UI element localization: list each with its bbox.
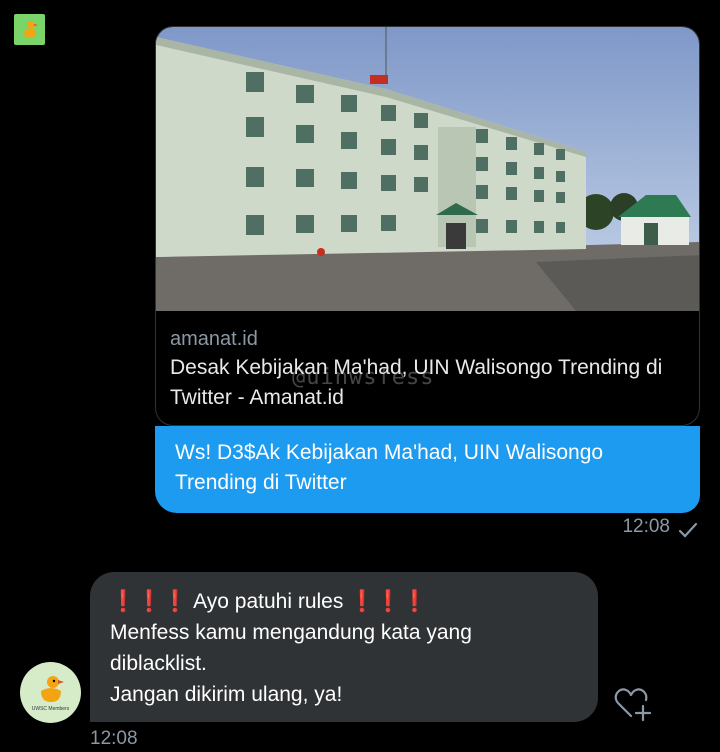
received-line-3: diblacklist. (110, 652, 207, 675)
received-line-4: Jangan dikirim ulang, ya! (110, 683, 343, 706)
exclamation-icon: ❗❗❗ (110, 590, 189, 613)
duck-icon (40, 676, 64, 702)
exclamation-icon: ❗❗❗ (349, 590, 428, 613)
check-icon (678, 522, 698, 538)
sent-message-time: 12:08 (622, 516, 670, 537)
link-domain: amanat.id (170, 328, 258, 350)
received-line-2: Menfess kamu mengandung kata yang (110, 621, 472, 644)
duck-icon (23, 20, 38, 38)
sender-avatar[interactable] (14, 14, 45, 45)
bot-avatar[interactable]: UWSC Members (20, 662, 81, 723)
bot-avatar-label: UWSC Members (31, 706, 70, 712)
received-message-bubble[interactable]: ❗❗❗ Ayo patuhi rules ❗❗❗ Menfess kamu me… (90, 572, 598, 722)
sent-message-bubble[interactable]: Ws! D3$Ak Kebijakan Ma'had, UIN Walisong… (155, 426, 700, 513)
add-reaction-heart-icon[interactable] (613, 686, 653, 722)
watermark-text: @uinwsfess (292, 365, 435, 390)
rules-text: Ayo patuhi rules (193, 590, 344, 613)
preview-image (156, 27, 699, 311)
received-line-1: ❗❗❗ Ayo patuhi rules ❗❗❗ (110, 586, 578, 617)
received-message-time: 12:08 (90, 728, 138, 749)
sent-message-text: Ws! D3$Ak Kebijakan Ma'had, UIN Walisong… (175, 441, 604, 494)
